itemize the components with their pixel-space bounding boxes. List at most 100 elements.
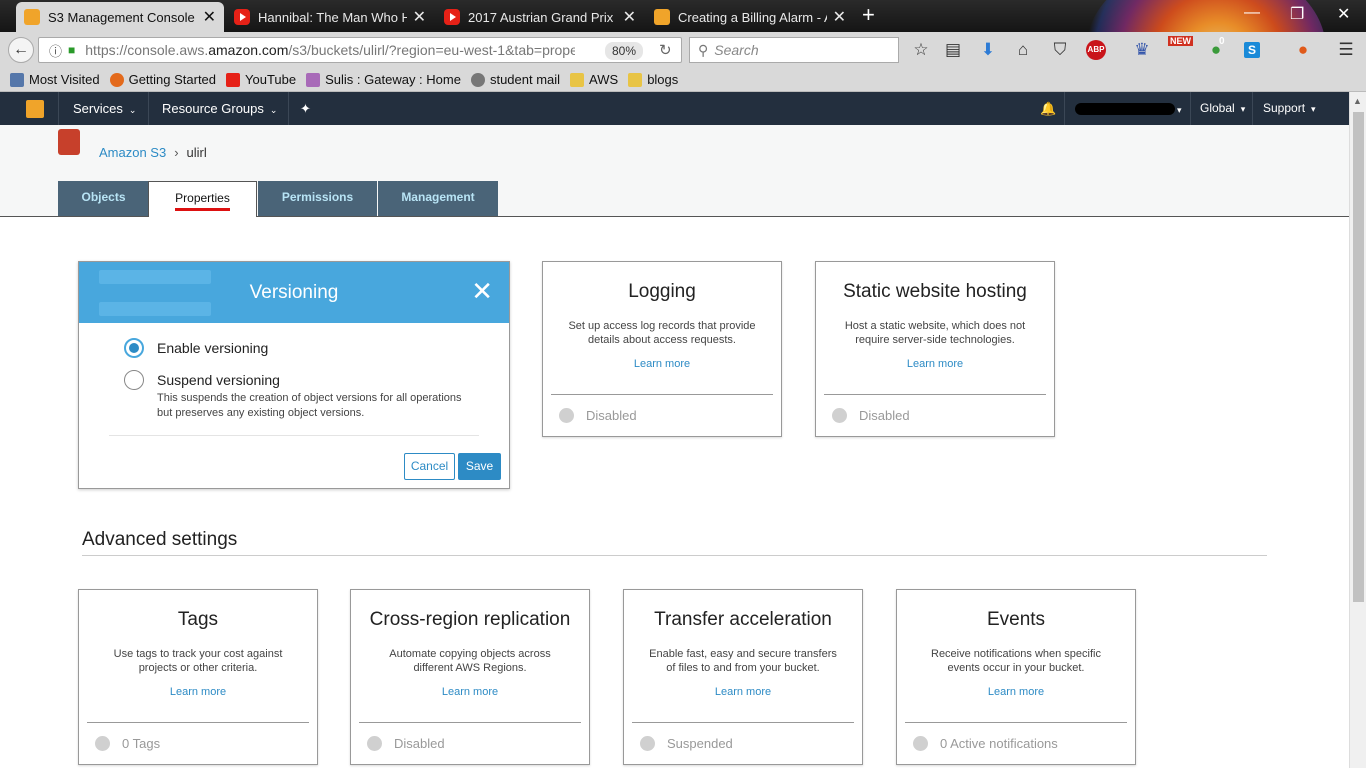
url-bar[interactable]: ⓘ ■ https://console.aws.amazon.com/s3/bu… — [38, 37, 682, 63]
tab-hannibal[interactable]: Hannibal: The Man Who Ha ✕ — [226, 2, 434, 32]
card-description: Receive notifications when specific even… — [931, 648, 1101, 674]
bookmark-youtube[interactable]: YouTube — [226, 72, 296, 87]
caret-down-icon: ▾ — [1240, 104, 1246, 114]
enable-versioning-radio[interactable] — [124, 338, 144, 358]
advanced-settings-heading: Advanced settings — [82, 529, 238, 550]
learn-more-link[interactable]: Learn more — [816, 358, 1054, 370]
learn-more-link[interactable]: Learn more — [897, 686, 1135, 698]
versioning-panel: Versioning ✕ Enable versioning Suspend v… — [78, 261, 510, 489]
learn-more-link[interactable]: Learn more — [79, 686, 317, 698]
url-text[interactable]: https://console.aws.amazon.com/s3/bucket… — [85, 42, 575, 58]
support-menu[interactable]: Support ▾ — [1263, 101, 1316, 115]
youtube-icon — [226, 72, 241, 87]
card-title: Tags — [177, 609, 219, 630]
tab-objects[interactable]: Objects — [58, 181, 149, 216]
search-icon: ⚲ — [698, 41, 709, 58]
extension-icon[interactable]: ♛ — [1132, 40, 1152, 60]
suspend-versioning-label[interactable]: Suspend versioning — [157, 372, 280, 388]
scrollbar-thumb[interactable] — [1353, 112, 1364, 602]
folder-icon — [570, 72, 585, 87]
download-icon[interactable]: ⬇ — [978, 40, 998, 60]
aws-favicon-icon — [24, 9, 40, 25]
bookmark-aws-folder[interactable]: AWS — [570, 72, 618, 87]
close-icon[interactable]: ✕ — [203, 7, 216, 27]
tab-austrian-gp[interactable]: 2017 Austrian Grand Prix | D ✕ — [436, 2, 644, 32]
adblock-icon[interactable]: ABP — [1086, 40, 1106, 60]
logging-card[interactable]: Logging Set up access log records that p… — [542, 261, 782, 437]
region-menu[interactable]: Global ▾ — [1200, 101, 1245, 115]
divider — [82, 555, 1267, 556]
bookmark-getting-started[interactable]: Getting Started — [109, 72, 216, 87]
versioning-panel-header: Versioning ✕ — [79, 262, 509, 323]
account-name-redacted[interactable] — [1075, 103, 1175, 115]
search-input[interactable]: ⚲ Search — [689, 37, 899, 63]
bookmark-student-mail[interactable]: student mail — [470, 72, 560, 87]
pocket-icon[interactable]: ⛉ — [1050, 40, 1070, 60]
bookmark-sulis[interactable]: Sulis : Gateway : Home — [306, 72, 461, 87]
chevron-down-icon: ⌄ — [128, 105, 137, 115]
card-description: Set up access log records that provide d… — [568, 320, 756, 346]
close-icon[interactable]: ✕ — [471, 278, 493, 304]
bell-icon[interactable]: 🔔 — [1040, 101, 1056, 117]
status-text: 0 Tags — [122, 736, 161, 751]
restore-icon[interactable]: ❐ — [1290, 4, 1304, 24]
reload-icon[interactable]: ↻ — [659, 41, 672, 59]
close-icon[interactable]: ✕ — [413, 7, 426, 27]
card-title: Events — [986, 609, 1046, 630]
enable-versioning-label[interactable]: Enable versioning — [157, 340, 268, 356]
pin-icon[interactable]: ✦ — [300, 101, 311, 117]
bookmark-most-visited[interactable]: Most Visited — [10, 72, 100, 87]
reading-list-icon[interactable]: ▤ — [943, 40, 963, 60]
back-arrow-icon[interactable]: ← — [8, 37, 34, 63]
skype-icon[interactable]: S — [1244, 42, 1260, 58]
browser-tab-bar: S3 Management Console ✕ Hannibal: The Ma… — [0, 0, 1366, 32]
menu-hamburger-icon[interactable]: ☰ — [1336, 40, 1356, 60]
cancel-button[interactable]: Cancel — [404, 453, 455, 480]
scroll-up-arrow-icon[interactable]: ▲ — [1353, 96, 1362, 106]
new-tab-plus-icon[interactable]: + — [862, 4, 875, 26]
tags-card[interactable]: Tags Use tags to track your cost against… — [78, 589, 318, 765]
events-card[interactable]: Events Receive notifications when specif… — [896, 589, 1136, 765]
account-caret-icon[interactable]: ▾ — [1177, 101, 1182, 116]
nav-divider — [58, 92, 59, 125]
close-icon[interactable]: ✕ — [623, 7, 636, 27]
services-menu[interactable]: Services ⌄ — [73, 101, 136, 116]
info-icon[interactable]: ⓘ — [49, 41, 62, 60]
tab-billing-alarm[interactable]: Creating a Billing Alarm - A\ ✕ — [646, 2, 854, 32]
tab-properties[interactable]: Properties — [148, 181, 257, 217]
home-icon[interactable]: ⌂ — [1013, 40, 1033, 60]
learn-more-link[interactable]: Learn more — [624, 686, 862, 698]
tab-label: S3 Management Console — [48, 9, 195, 25]
nav-divider — [148, 92, 149, 125]
grammarly-icon[interactable]: ● — [1206, 40, 1226, 60]
save-button[interactable]: Save — [458, 453, 501, 480]
bookmark-star-icon[interactable]: ☆ — [911, 40, 931, 60]
window-close-icon[interactable]: ✕ — [1337, 4, 1350, 24]
firefox-icon — [109, 72, 124, 87]
minimize-icon[interactable]: — — [1244, 4, 1260, 22]
tab-s3-console[interactable]: S3 Management Console ✕ — [16, 2, 224, 32]
breadcrumb: Amazon S3 › ulirl — [99, 145, 207, 160]
breadcrumb-amazon-s3-link[interactable]: Amazon S3 — [99, 145, 166, 160]
status-dot-icon — [832, 408, 847, 423]
card-title: Static website hosting — [843, 281, 1027, 302]
tab-permissions[interactable]: Permissions — [258, 181, 377, 216]
duckduckgo-icon[interactable]: ● — [1293, 40, 1313, 60]
learn-more-link[interactable]: Learn more — [351, 686, 589, 698]
aws-cube-logo-icon[interactable] — [26, 100, 44, 118]
static-website-hosting-card[interactable]: Static website hosting Host a static web… — [815, 261, 1055, 437]
learn-more-link[interactable]: Learn more — [543, 358, 781, 370]
close-icon[interactable]: ✕ — [833, 7, 846, 27]
page-scrollbar[interactable]: ▲ — [1349, 92, 1366, 768]
resource-groups-menu[interactable]: Resource Groups ⌄ — [162, 101, 277, 116]
nav-divider — [1064, 92, 1065, 125]
zoom-level-badge[interactable]: 80% — [605, 42, 644, 60]
cross-region-replication-card[interactable]: Cross-region replication Automate copyin… — [350, 589, 590, 765]
card-status: Suspended — [632, 722, 854, 764]
tab-management[interactable]: Management — [378, 181, 498, 216]
browser-nav-bar: ← ⓘ ■ https://console.aws.amazon.com/s3/… — [0, 32, 1366, 68]
transfer-acceleration-card[interactable]: Transfer acceleration Enable fast, easy … — [623, 589, 863, 765]
suspend-versioning-radio[interactable] — [124, 370, 144, 390]
card-description: Host a static website, which does not re… — [844, 320, 1026, 346]
bookmark-blogs-folder[interactable]: blogs — [628, 72, 678, 87]
